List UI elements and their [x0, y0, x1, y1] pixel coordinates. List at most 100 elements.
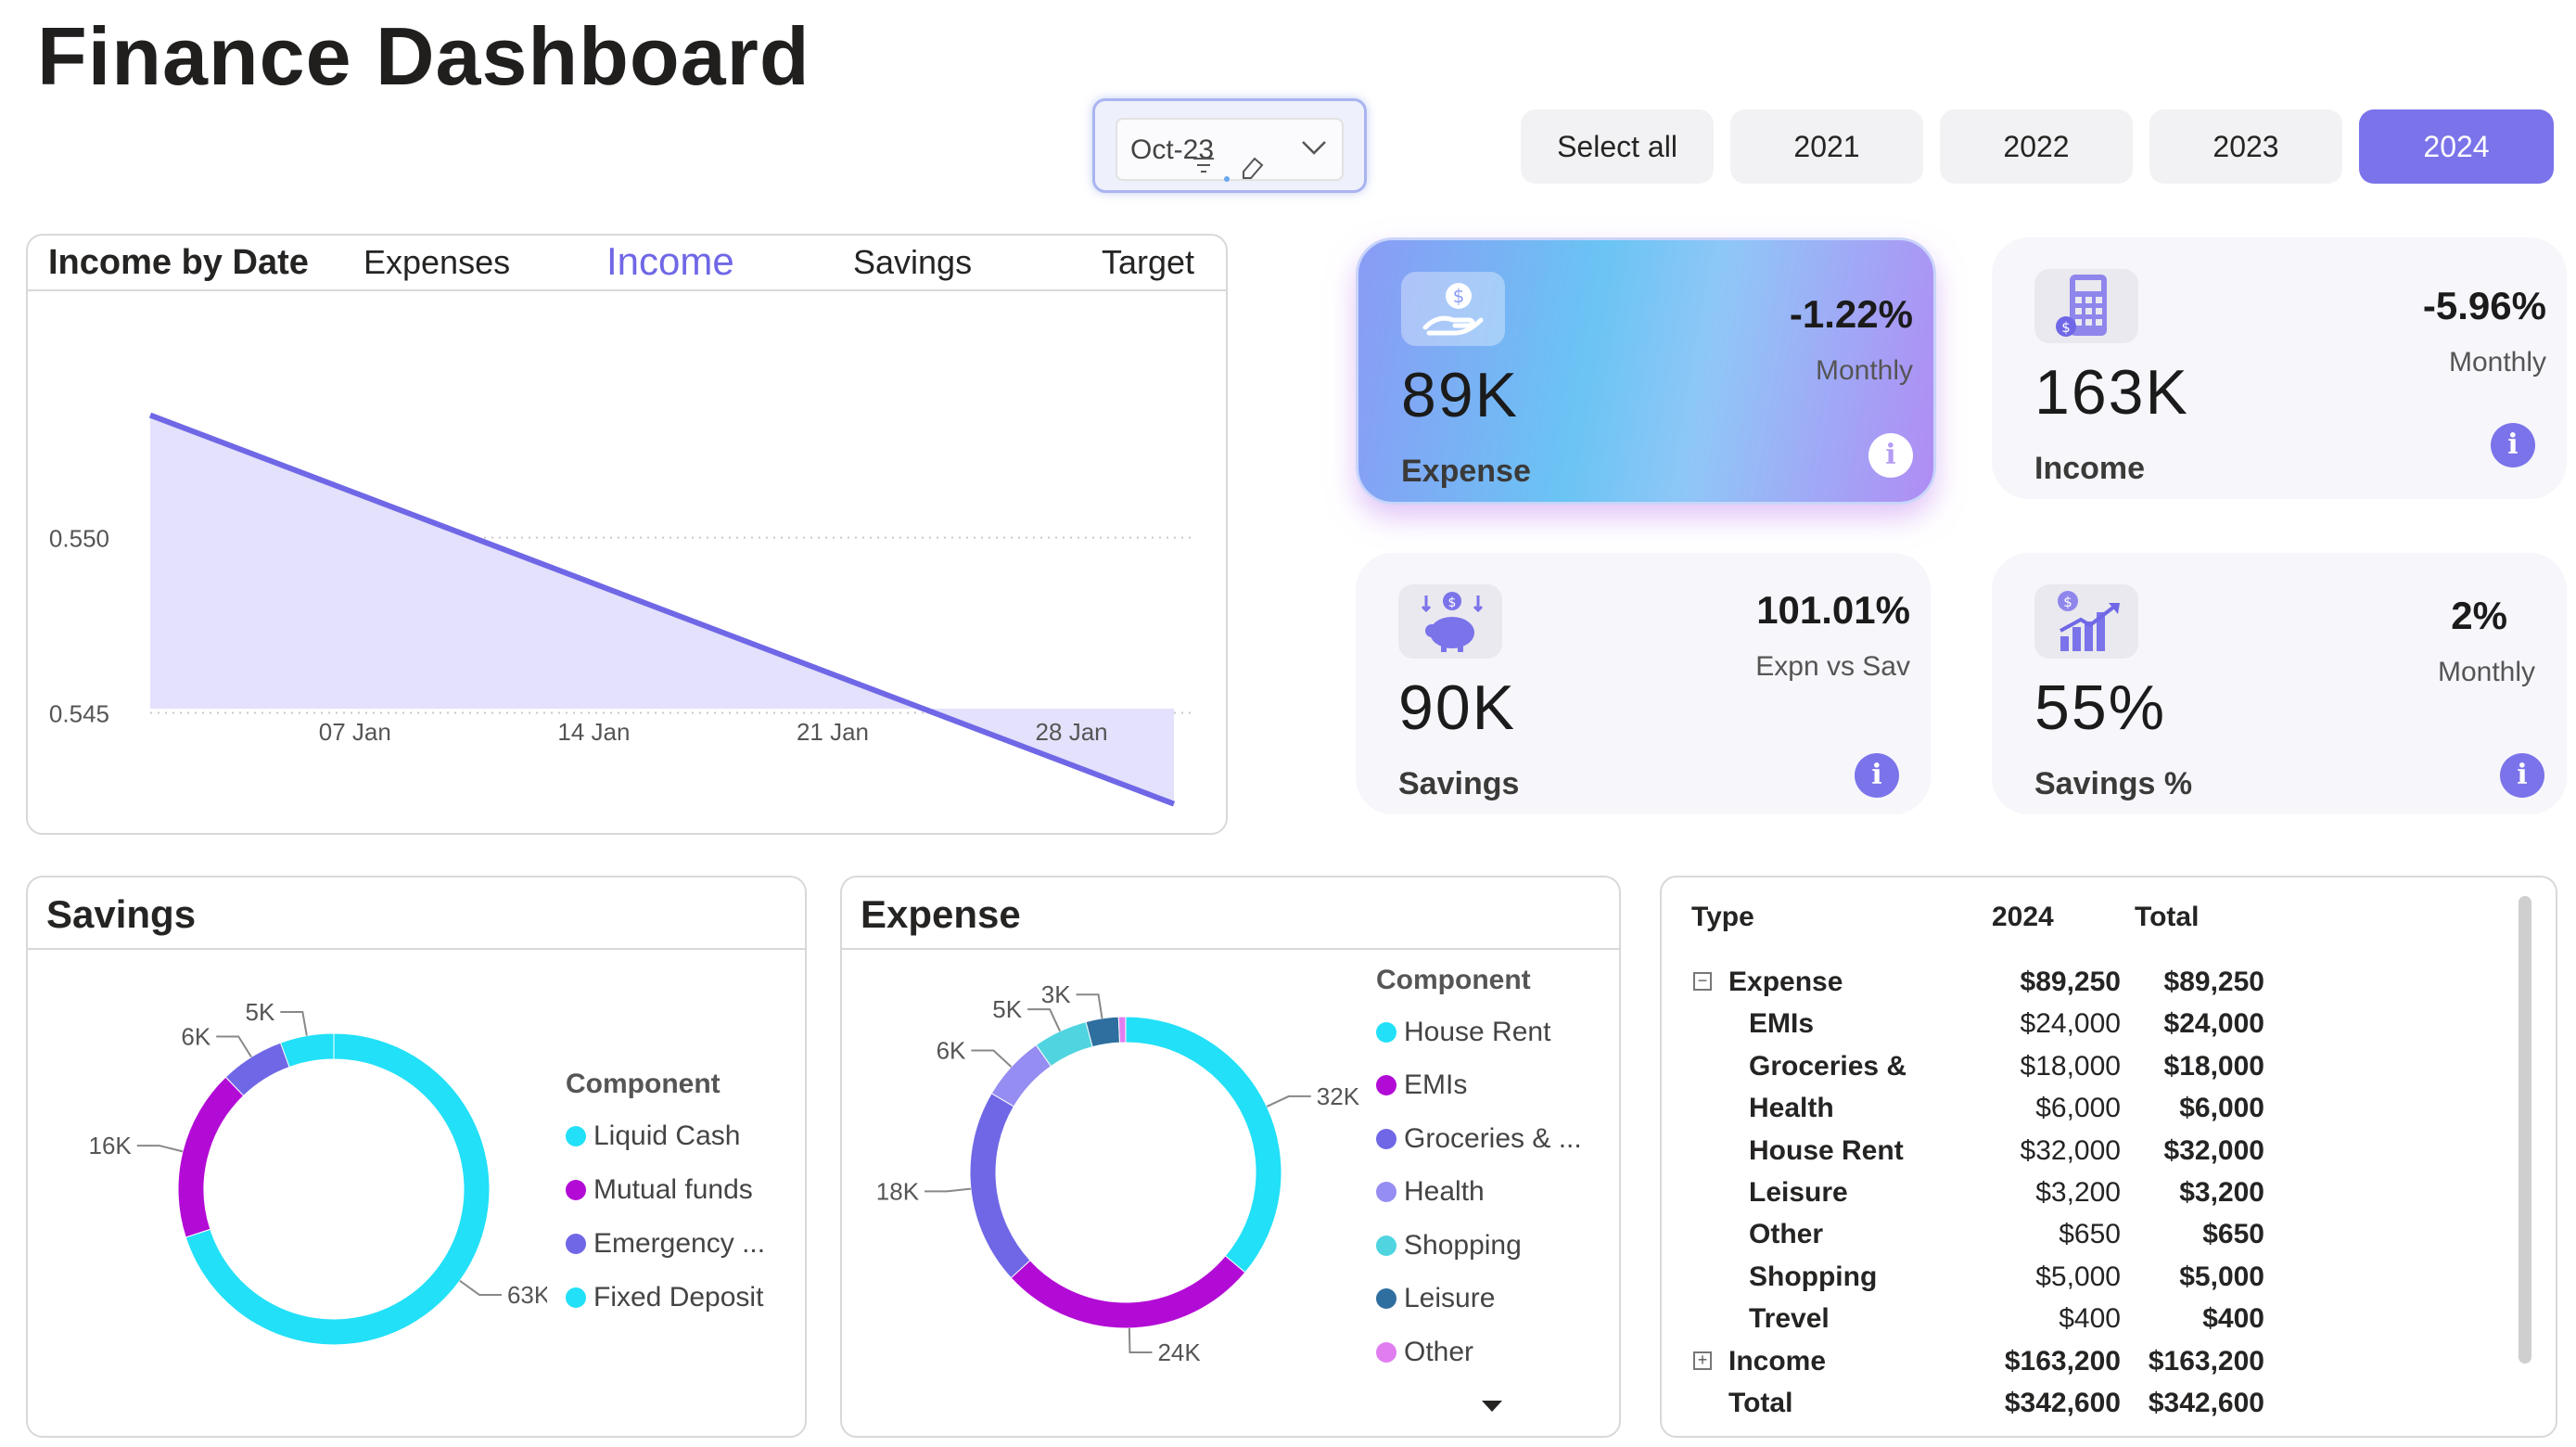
scrollbar[interactable]: [2519, 896, 2531, 1364]
kpi-card-income[interactable]: $ 163K Income -5.96% Monthly i: [1992, 237, 2567, 499]
col-header-total[interactable]: Total: [2135, 902, 2199, 933]
legend-item[interactable]: Groceries & ...: [1376, 1112, 1582, 1166]
donut-slice[interactable]: [1010, 1255, 1246, 1329]
tab-savings[interactable]: Savings: [853, 243, 972, 282]
donut-slice[interactable]: [177, 1076, 245, 1238]
calculator-icon: $: [2034, 269, 2138, 343]
data-label: 5K: [992, 995, 1022, 1023]
year-button-2022[interactable]: 2022: [1940, 109, 2133, 184]
income-area-chart: 0.550 0.545 07 Jan 14 Jan 21 Jan 28 Jan: [49, 412, 1196, 807]
info-icon[interactable]: i: [1855, 753, 1899, 798]
eraser-icon[interactable]: [1243, 157, 1264, 179]
row-type: House Rent: [1749, 1134, 1904, 1166]
donut-slice[interactable]: [1125, 1016, 1282, 1274]
legend-label: Liquid Cash: [593, 1120, 741, 1151]
info-icon[interactable]: i: [1868, 433, 1913, 478]
svg-text:$: $: [2061, 319, 2071, 336]
legend-item[interactable]: Emergency ...: [566, 1217, 765, 1271]
money-hand-icon: $: [1401, 272, 1505, 346]
kpi-change: -5.96%: [2422, 284, 2546, 327]
row-2024-value: $32,000: [2020, 1134, 2121, 1166]
kpi-change: 101.01%: [1756, 588, 1910, 632]
tab-income[interactable]: Income: [606, 239, 734, 284]
row-type: Other: [1749, 1219, 1824, 1250]
kpi-subtitle: Expn vs Sav: [1755, 651, 1910, 682]
row-type: Groceries &: [1749, 1050, 1907, 1082]
scroll-down-icon[interactable]: [1480, 1399, 1504, 1414]
table-row[interactable]: + Income $163,200 $163,200: [1662, 1344, 2496, 1386]
panel-title: Savings: [46, 892, 197, 936]
legend-item[interactable]: Mutual funds: [566, 1163, 765, 1217]
chevron-down-icon[interactable]: [1299, 133, 1329, 162]
donut-slice[interactable]: [1117, 1016, 1127, 1044]
year-button-2023[interactable]: 2023: [2149, 109, 2342, 184]
table-row[interactable]: Total $342,600 $342,600: [1662, 1386, 2496, 1428]
legend-item[interactable]: Fixed Deposit: [566, 1271, 765, 1325]
row-type: Leisure: [1749, 1177, 1848, 1208]
row-total-value: $650: [2202, 1219, 2264, 1250]
kpi-value: 90K: [1398, 672, 1516, 743]
row-total-value: $32,000: [2163, 1134, 2264, 1166]
legend-title: Component: [1376, 965, 1531, 995]
row-2024-value: $342,600: [2004, 1388, 2121, 1418]
row-2024-value: $6,000: [2035, 1093, 2121, 1124]
kpi-card-expense[interactable]: $ 89K Expense -1.22% Monthly i: [1356, 237, 1936, 505]
legend-label: Shopping: [1404, 1229, 1522, 1261]
legend-label: Other: [1404, 1336, 1474, 1367]
legend-swatch: [566, 1126, 586, 1146]
legend-item[interactable]: Health: [1376, 1166, 1582, 1220]
row-type: Total: [1728, 1388, 1793, 1418]
table-row[interactable]: EMIs $24,000 $24,000: [1662, 1006, 2496, 1048]
row-2024-value: $163,200: [2004, 1345, 2121, 1377]
year-button-select-all[interactable]: Select all: [1521, 109, 1714, 184]
donut-slice[interactable]: [279, 1032, 335, 1069]
legend-label: Fixed Deposit: [593, 1282, 764, 1313]
svg-text:$: $: [1448, 595, 1457, 610]
table-row[interactable]: Other $650 $650: [1662, 1217, 2496, 1259]
expense-panel: Expense 32K 24K 18K 6K 5K 3K Component House …: [840, 876, 1621, 1438]
kpi-card-savings[interactable]: $ 90K Savings 101.01% Expn vs Sav i: [1356, 553, 1931, 814]
data-label: 6K: [937, 1036, 966, 1064]
legend-item[interactable]: Leisure: [1376, 1273, 1582, 1326]
legend-item[interactable]: EMIs: [1376, 1059, 1582, 1113]
month-slicer[interactable]: Oct-23: [1092, 98, 1367, 193]
legend-label: Groceries & ...: [1404, 1122, 1582, 1154]
year-button-2024[interactable]: 2024: [2359, 109, 2554, 184]
row-type: Shopping: [1749, 1261, 1878, 1292]
table-row[interactable]: Trevel $400 $400: [1662, 1301, 2496, 1343]
donut-slice[interactable]: [969, 1093, 1031, 1279]
tab-target[interactable]: Target: [1102, 243, 1194, 282]
y-tick-label: 0.550: [49, 525, 109, 553]
legend-item[interactable]: House Rent: [1376, 1005, 1582, 1059]
tab-expenses[interactable]: Expenses: [363, 243, 510, 282]
legend-label: Health: [1404, 1176, 1485, 1208]
filter-icon[interactable]: [1193, 158, 1214, 173]
col-header-2024[interactable]: 2024: [1992, 902, 2054, 933]
year-button-2021[interactable]: 2021: [1730, 109, 1923, 184]
info-icon[interactable]: i: [2491, 423, 2535, 467]
legend-item[interactable]: Liquid Cash: [566, 1109, 765, 1163]
row-total-value: $163,200: [2148, 1345, 2264, 1377]
col-header-type[interactable]: Type: [1691, 902, 1754, 933]
legend-item[interactable]: Other: [1376, 1325, 1582, 1379]
info-icon[interactable]: i: [2500, 753, 2544, 798]
data-label: 3K: [1041, 980, 1071, 1008]
kpi-subtitle: Monthly: [1815, 355, 1913, 386]
table-row[interactable]: Shopping $5,000 $5,000: [1662, 1260, 2496, 1301]
table-row[interactable]: − Expense $89,250 $89,250: [1662, 965, 2496, 1006]
table-row[interactable]: Groceries & $18,000 $18,000: [1662, 1049, 2496, 1091]
data-label: 6K: [181, 1022, 210, 1050]
table-row[interactable]: Health $6,000 $6,000: [1662, 1091, 2496, 1133]
expand-icon[interactable]: +: [1693, 1351, 1712, 1370]
legend-item[interactable]: Shopping: [1376, 1219, 1582, 1273]
data-label: 24K: [1157, 1338, 1201, 1366]
y-tick-label: 0.545: [49, 699, 109, 727]
kpi-card-savings-percent[interactable]: $ 55% Savings % 2% Monthly i: [1992, 553, 2567, 814]
donut-slice[interactable]: [1085, 1016, 1121, 1048]
collapse-icon[interactable]: −: [1693, 972, 1712, 991]
savings-donut-chart: 63K 16K 6K 5K: [88, 998, 547, 1346]
table-row[interactable]: Leisure $3,200 $3,200: [1662, 1175, 2496, 1217]
leader-line: [1266, 1095, 1311, 1108]
row-total-value: $18,000: [2163, 1050, 2264, 1082]
table-row[interactable]: House Rent $32,000 $32,000: [1662, 1133, 2496, 1175]
